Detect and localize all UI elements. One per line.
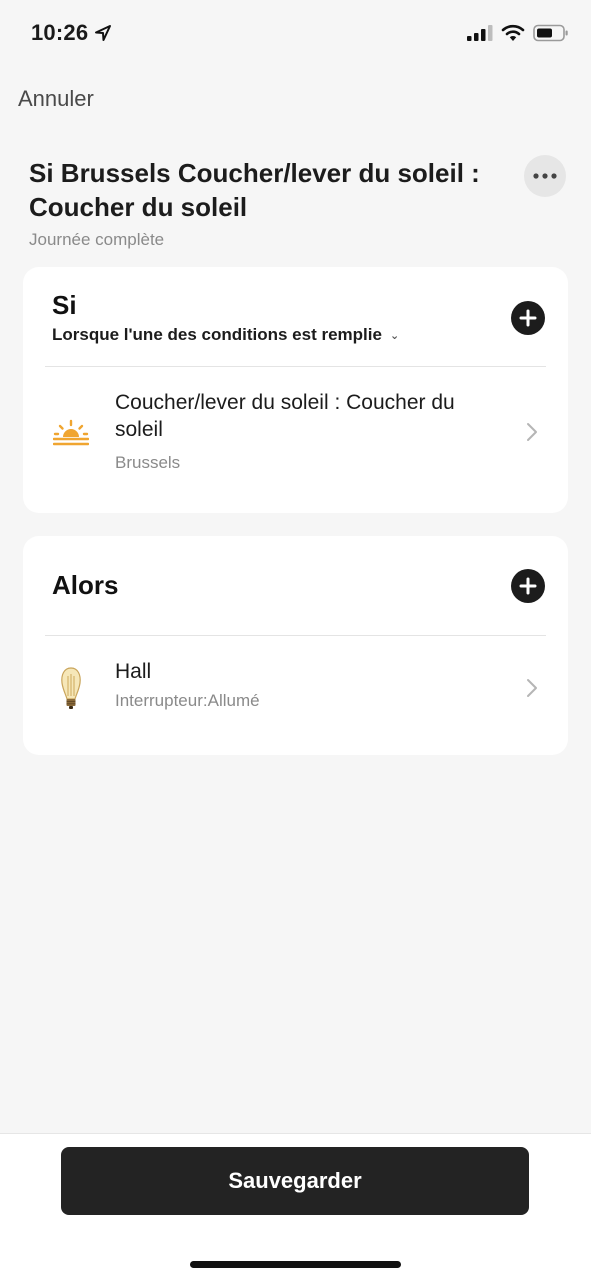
clock-text: 10:26 [31, 20, 89, 45]
chevron-right-icon [527, 679, 537, 697]
location-arrow-icon [95, 25, 112, 41]
save-button[interactable]: Sauvegarder [61, 1147, 529, 1215]
condition-mode-label: Lorsque l'une des conditions est remplie [52, 325, 382, 344]
more-horizontal-icon [533, 173, 557, 179]
condition-subtitle: Brussels [115, 453, 181, 472]
add-action-button[interactable] [511, 569, 545, 603]
plus-icon [519, 309, 537, 327]
battery-icon [533, 24, 568, 42]
chevron-down-icon: ⌄ [389, 329, 400, 342]
page-subtitle: Journée complète [29, 230, 165, 249]
then-card: Alors Hall Interrupteur:Allumé [23, 536, 568, 755]
if-section-title: Si [52, 290, 77, 320]
cellular-signal-icon [467, 25, 493, 41]
cancel-button[interactable]: Annuler [18, 86, 94, 112]
action-subtitle: Interrupteur:Allumé [115, 691, 260, 710]
chevron-right-icon [527, 423, 537, 441]
status-indicators [467, 24, 569, 42]
then-section-title: Alors [52, 570, 119, 600]
condition-mode-dropdown[interactable]: Lorsque l'une des conditions est remplie… [52, 325, 399, 345]
sunset-icon [52, 419, 90, 452]
if-card: Si Lorsque l'une des conditions est remp… [23, 267, 568, 513]
more-options-button[interactable] [524, 155, 566, 197]
action-title: Hall [115, 660, 152, 683]
condition-item[interactable]: Coucher/lever du soleil : Coucher du sol… [23, 367, 568, 513]
plus-icon [519, 577, 537, 595]
action-item[interactable]: Hall Interrupteur:Allumé [23, 636, 568, 755]
wifi-icon [501, 24, 525, 41]
home-indicator[interactable] [190, 1261, 401, 1268]
status-time: 10:26 [31, 20, 112, 46]
light-bulb-icon [59, 666, 83, 715]
add-condition-button[interactable] [511, 301, 545, 335]
condition-title: Coucher/lever du soleil : Coucher du sol… [115, 391, 455, 441]
page-title: Si Brussels Coucher/lever du soleil : Co… [29, 158, 480, 222]
